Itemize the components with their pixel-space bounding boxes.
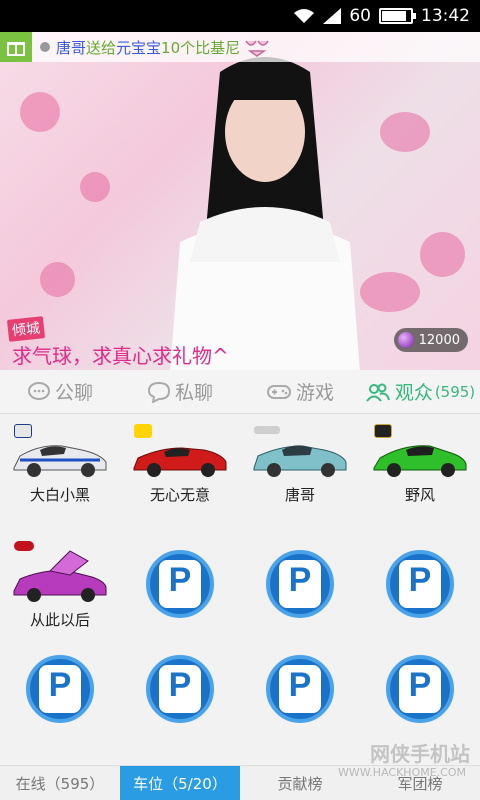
chat-bubble-icon [27,381,50,400]
gift-message: 唐哥 送给 元宝宝 10个比基尼 [40,37,270,58]
live-video[interactable]: 唐哥 送给 元宝宝 10个比基尼 倾城 求气球，求真心求礼物^ 12000 [0,32,480,370]
parking-grid: 大白小黑 无心无意 唐哥 野风 从此以后 P P P P P P P [0,415,480,765]
tab-public-chat[interactable]: 公聊 [0,378,120,405]
clock: 13:42 [421,6,470,26]
empty-parking-slot[interactable]: P [240,550,360,618]
audience-count: (595) [434,382,476,401]
tab-label: 私聊 [174,382,213,404]
signal-icon [323,8,342,24]
tab-games[interactable]: 游戏 [240,378,360,405]
battery-icon [379,8,416,24]
parking-icon: P [386,655,454,723]
tab-label: 观众 [394,382,433,404]
balloon-icon [397,332,414,348]
empty-parking-slot[interactable]: P [120,550,240,618]
parking-icon: P [266,550,334,618]
tab-label: 公聊 [54,382,93,404]
parking-icon: P [146,550,214,618]
watermark-url: WWW.HACKHOME.COM [337,766,466,779]
ferrari-logo-icon [134,424,152,438]
streamer-figure [170,57,360,370]
car-owner-name: 大白小黑 [29,486,90,504]
host-tag: 倾城 [6,316,46,342]
tab-parking[interactable]: 车位（5/20） [120,766,240,800]
parking-icon: P [146,655,214,723]
audience-icon [366,383,390,402]
car-icon [370,424,470,480]
parking-slot[interactable]: 野风 [360,424,480,505]
car-owner-name: 无心无意 [149,486,210,504]
car-icon [10,541,110,605]
bikini-icon [245,40,269,57]
empty-parking-slot[interactable]: P [360,655,480,723]
battery-percent: 60 [349,6,371,26]
lamborghini-logo-icon [374,424,392,438]
gift-bullet-icon [40,42,50,52]
maserati-logo-icon [14,424,32,438]
gift-item: 10个比基尼 [161,38,241,57]
parking-icon: P [386,550,454,618]
status-bar: 60 13:42 [0,0,480,32]
parking-icon: P [266,655,334,723]
watermark-logo: 网侠手机站 [370,742,470,766]
empty-parking-slot[interactable]: P [360,550,480,618]
car-icon [130,424,230,480]
bugatti-logo-icon [14,541,34,551]
coin-badge: 12000 [393,328,468,352]
gift-sender[interactable]: 唐哥 [56,37,86,58]
tab-label: 游戏 [295,382,334,404]
gamepad-icon [266,384,291,399]
private-chat-icon [147,381,170,403]
car-owner-name: 从此以后 [29,611,90,629]
parking-slot[interactable]: 无心无意 [120,424,240,505]
gift-receiver[interactable]: 元宝宝 [116,37,161,58]
tab-online[interactable]: 在线（595） [0,766,120,800]
empty-parking-slot[interactable]: P [240,655,360,723]
car-icon [10,424,110,480]
wifi-icon [293,8,315,24]
car-icon [250,426,350,480]
coin-count: 12000 [418,332,460,348]
car-owner-name: 野风 [404,486,435,504]
gift-banner: 唐哥 送给 元宝宝 10个比基尼 [0,32,480,62]
gift-verb: 送给 [86,38,117,57]
tab-audience[interactable]: 观众 (595) [360,378,480,405]
empty-parking-slot[interactable]: P [120,655,240,723]
host-message: 求气球，求真心求礼物^ [12,344,229,368]
parking-icon: P [26,655,94,723]
tab-private-chat[interactable]: 私聊 [120,378,240,405]
parking-slot[interactable]: 从此以后 [0,541,120,630]
parking-slot[interactable]: 大白小黑 [0,424,120,505]
gift-icon[interactable] [0,32,32,62]
aston-martin-logo-icon [254,426,280,434]
empty-parking-slot[interactable]: P [0,655,120,723]
parking-slot[interactable]: 唐哥 [240,426,360,505]
room-tabs: 公聊 私聊 游戏 观众 (595) [0,370,480,414]
car-owner-name: 唐哥 [284,486,315,504]
